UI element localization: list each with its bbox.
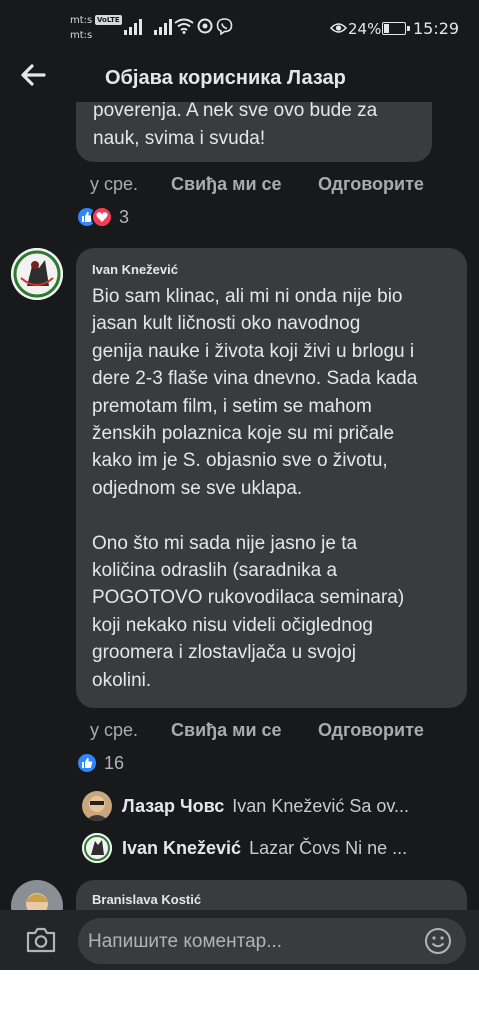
comment-bubble[interactable]: Ivan Knežević Bio sam klinac, ali mi ni … [76,248,467,708]
comment-author[interactable]: Branislava Kostić [92,892,201,907]
reply-author: Ivan Knežević [122,837,242,858]
reply-button[interactable]: Одговорите [318,174,424,195]
avatar [82,791,112,821]
love-icon [91,206,113,228]
page-title: Објава корисника Лазар [105,67,346,89]
comment-author[interactable]: Ivan Knežević [92,262,178,277]
reply-text: Lazar Čovs Ni ne ... [249,837,408,858]
comment-text: Bio sam klinac, ali mi ni onda nije bio … [92,286,418,691]
reaction-summary[interactable]: 16 [76,752,124,774]
back-arrow-icon[interactable] [18,60,48,90]
eye-comfort-icon [329,20,348,39]
comment-composer: Напишите коментар... [0,910,479,970]
avatar [82,833,112,863]
reply-author: Лазар Човс [122,795,225,816]
like-button[interactable]: Свиђа ми се [171,720,282,741]
reply-button[interactable]: Одговорите [318,720,424,741]
battery-icon [382,22,410,35]
viber-icon [216,18,233,39]
emoji-icon[interactable] [424,927,452,960]
data-saver-icon [197,18,213,38]
like-icon [76,752,98,774]
reaction-count: 16 [104,752,125,773]
comment-time: у сре. [90,174,139,194]
battery-percent: 24% [348,20,382,38]
signal-icon [154,19,172,39]
comment-input[interactable]: Напишите коментар... [78,918,466,964]
avatar[interactable] [11,248,63,300]
comment-time: у сре. [90,720,139,740]
reaction-summary[interactable]: 3 [76,206,129,228]
reply-preview[interactable]: Лазар Човс Ivan Knežević Sa ov... [82,791,409,821]
header-bar: Објава корисника Лазар [0,52,479,102]
wifi-icon [174,18,194,38]
camera-icon[interactable] [25,926,57,959]
reaction-count: 3 [119,206,130,227]
volte-badge: VoLTE [95,15,122,25]
reply-text: Ivan Knežević Sa ov... [232,795,410,816]
clock: 15:29 [413,19,460,38]
status-bar: mt:s mt:s VoLTE 24% 15:29 [0,0,479,52]
comment-input-placeholder: Напишите коментар... [88,931,283,952]
comment-text: poverenja. A nek sve ovo bude za nauk, s… [93,100,378,149]
signal-icon [124,19,142,39]
screen: mt:s mt:s VoLTE 24% 15:29 Објава корисни… [0,0,479,970]
operator-label-2: mt:s [70,30,93,41]
like-button[interactable]: Свиђа ми се [171,174,282,195]
reply-preview[interactable]: Ivan Knežević Lazar Čovs Ni ne ... [82,833,407,863]
operator-label-1: mt:s [70,15,93,26]
